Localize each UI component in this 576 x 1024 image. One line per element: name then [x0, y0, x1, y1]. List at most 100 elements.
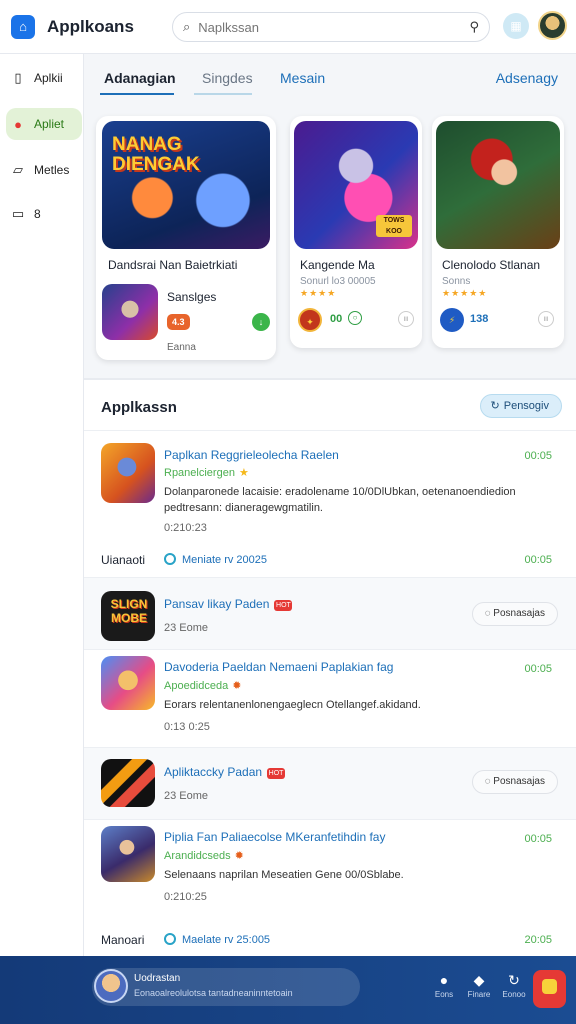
list-item[interactable]: Davoderia Paeldan Nemaeni Paplakian fag … — [84, 649, 576, 747]
game-controller-button[interactable] — [533, 970, 566, 1008]
open-button[interactable]: ◌ Posnasajas — [471, 602, 558, 626]
featured-subtitle: Sonns — [442, 276, 471, 287]
featured-card[interactable]: Clenolodo Stlanan Sonns ★★★★★ ⚡ 138 ıı — [432, 116, 564, 348]
row-footer-label: Manoari — [101, 933, 145, 947]
open-button[interactable]: ◌ Posnasajas — [471, 770, 558, 794]
more-icon[interactable]: ıı — [538, 311, 554, 327]
app-name[interactable]: Paplkan Reggrieleolecha Raelen — [164, 448, 339, 462]
tab-active-underline — [100, 93, 174, 95]
more-icon[interactable]: ıı — [398, 311, 414, 327]
star-icon: ★ — [238, 467, 249, 479]
bottom-nav-eonoo[interactable]: ↻ Eonoo — [498, 972, 530, 999]
list-item[interactable]: Apliktaccky Padan HOT 23 Eome ◌ Posnasaja… — [84, 747, 576, 819]
app-store-logo-icon[interactable]: ⌂ — [11, 14, 35, 39]
apps-section-header: Applkassn ↻ Pensogiv — [84, 380, 576, 430]
circle-icon — [164, 553, 176, 565]
sidebar-item-aplkii[interactable]: ▯ Aplkii — [6, 62, 82, 94]
app-name[interactable]: Apliktaccky Padan HOT — [164, 765, 286, 779]
sidebar-item-label: Apliet — [34, 117, 65, 131]
list-item[interactable]: Paplkan Reggrieleolecha Raelen Rpanelcie… — [84, 430, 576, 577]
sidebar-item-label: Metles — [34, 163, 70, 177]
featured-subtitle: Sonurl lo3 00005 — [300, 276, 376, 287]
row-footer-link[interactable]: Maelate rv 25:005 — [164, 933, 270, 946]
app-description: Eorars relentanenlonengaeglecn Otellange… — [164, 699, 421, 711]
bottom-nav-label: Eonoo — [502, 990, 526, 999]
user-avatar[interactable] — [538, 11, 567, 40]
row-footer-time: 20:05 — [524, 934, 552, 946]
sidebar-item-8[interactable]: ▭ 8 — [6, 198, 82, 230]
mic-icon[interactable]: ⚲ — [469, 19, 479, 35]
featured-title: Clenolodo Stlanan — [442, 258, 541, 272]
chat-icon: ◌ — [484, 776, 494, 787]
featured-sub-title: Sanslges — [167, 290, 217, 304]
tab-underline — [194, 93, 252, 95]
apps-section-title: Applkassn — [101, 399, 177, 416]
app-meta: 0:13 0:25 — [164, 721, 210, 733]
rating-stars: ★★★★★ — [442, 288, 488, 298]
featured-title: Kangende Ma — [300, 258, 375, 272]
apps-filter-button[interactable]: ↻ Pensogiv — [479, 394, 562, 418]
app-description: Selenaans naprilan Meseatien Gene 00/0Sb… — [164, 869, 404, 881]
tag-icon: ◆ — [473, 972, 485, 988]
chat-icon: ◌ — [484, 608, 494, 619]
install-icon[interactable]: ○ — [348, 311, 362, 325]
hot-badge: HOT — [274, 600, 293, 611]
app-meta: 0:210:25 — [164, 891, 207, 903]
search-input[interactable] — [198, 19, 439, 35]
featured-card[interactable]: TOWS KOO Kangende Ma Sonurl lo3 00005 ★★… — [290, 116, 422, 348]
app-name[interactable]: Davoderia Paeldan Nemaeni Paplakian fag — [164, 660, 393, 674]
search-bar[interactable]: ⌕ ⚲ — [172, 12, 490, 42]
app-icon-image — [101, 759, 155, 807]
tab-adsenagy[interactable]: Adsenagy — [496, 70, 558, 86]
download-icon[interactable]: ↓ — [252, 313, 270, 331]
rating-stars: ★★★★ — [300, 288, 337, 298]
icon-art-text: SLIGN MOBE — [110, 597, 148, 625]
hot-badge: HOT — [267, 768, 286, 779]
art-title-text: NANAG DIENGAK — [112, 134, 200, 175]
phone-icon: ▯ — [14, 70, 22, 85]
sidebar-item-label: 8 — [34, 207, 41, 221]
bottom-bar: Uodrastan Eonaoalreolulotsa tantadneanin… — [0, 956, 576, 1024]
featured-title: Dandsrai Nan Baietrkiati — [108, 258, 238, 272]
mini-player[interactable]: Uodrastan Eonaoalreolulotsa tantadneanin… — [92, 968, 360, 1006]
app-time: 00:05 — [524, 833, 552, 845]
app-time: 00:05 — [524, 450, 552, 462]
app-icon: ● — [14, 116, 22, 132]
player-subtitle: Eonaoalreolulotsa tantadneaninntetoain — [134, 988, 293, 998]
app-icon-image — [101, 656, 155, 710]
sidebar-item-apliet[interactable]: ● Apliet — [6, 108, 82, 140]
tab-adanagian[interactable]: Adanagian — [104, 70, 176, 86]
apps-filter-label: Pensogiv — [503, 400, 549, 412]
app-icon-image — [101, 826, 155, 882]
search-icon: ⌕ — [183, 19, 191, 34]
game-emblem-icon: ⚡ — [440, 308, 464, 332]
featured-art: NANAG DIENGAK — [102, 121, 270, 249]
tab-mesain[interactable]: Mesain — [280, 70, 325, 86]
sidebar-item-label: Aplkii — [34, 71, 63, 85]
apps-grid-button[interactable]: ▦ — [503, 13, 529, 39]
player-title: Uodrastan — [134, 973, 181, 984]
row-footer-label: Uianaoti — [101, 553, 146, 567]
sidebar-item-metles[interactable]: ▱ Metles — [6, 154, 82, 186]
tablet-icon: ▱ — [13, 162, 23, 177]
tab-singdes[interactable]: Singdes — [202, 70, 253, 86]
app-meta: 23 Eome — [164, 622, 209, 634]
app-name[interactable]: Piplia Fan Paliaecolse MKeranfetihdin fa… — [164, 830, 385, 844]
main-content: Adanagian Singdes Mesain Adsenagy NANAG … — [84, 54, 576, 956]
featured-card[interactable]: NANAG DIENGAK Dandsrai Nan Baietrkiati S… — [96, 116, 276, 360]
app-name[interactable]: Pansav likay Paden HOT — [164, 597, 293, 611]
player-avatar — [94, 969, 128, 1003]
bottom-nav-label: Finare — [467, 990, 491, 999]
sidebar: ▯ Aplkii ● Apliet ▱ Metles ▭ 8 — [0, 54, 84, 956]
user-icon: ● — [439, 972, 449, 988]
featured-art: TOWS KOO — [294, 121, 418, 249]
list-item[interactable]: Piplia Fan Paliaecolse MKeranfetihdin fa… — [84, 819, 576, 956]
featured-carousel: NANAG DIENGAK Dandsrai Nan Baietrkiati S… — [84, 104, 576, 376]
fire-icon: ✹ — [234, 850, 244, 862]
bottom-nav-finare[interactable]: ◆ Finare — [463, 972, 495, 999]
circle-icon — [164, 933, 176, 945]
row-footer-time: 00:05 — [524, 554, 552, 566]
row-footer-link[interactable]: Meniate rv 20025 — [164, 553, 267, 566]
list-item[interactable]: SLIGN MOBE Pansav likay Paden HOT 23 Eome… — [84, 577, 576, 649]
bottom-nav-eons[interactable]: ● Eons — [428, 972, 460, 999]
